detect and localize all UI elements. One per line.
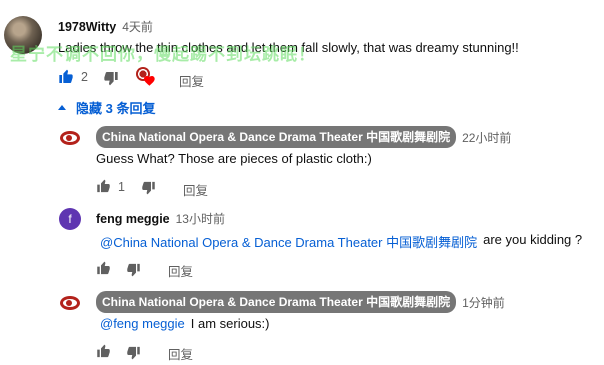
reply-time[interactable]: 22小时前	[462, 129, 511, 146]
thumbs-up-icon[interactable]	[96, 261, 111, 276]
reply-text-row: @China National Opera & Dance Drama Thea…	[100, 232, 582, 251]
thumbs-down-icon[interactable]	[141, 180, 156, 195]
reply-header: China National Opera & Dance Drama Theat…	[96, 291, 505, 313]
comment-author[interactable]: 1978Witty	[58, 20, 116, 34]
avatar-china-opera[interactable]	[58, 291, 82, 315]
reply-button[interactable]: 回复	[183, 180, 208, 199]
reply-button[interactable]: 回复	[168, 344, 193, 363]
mention-link[interactable]: @feng meggie	[100, 316, 185, 331]
reply-author[interactable]: China National Opera & Dance Drama Theat…	[96, 126, 457, 148]
thumbs-down-icon[interactable]	[126, 262, 141, 277]
thumbs-down-icon[interactable]	[103, 70, 119, 86]
comment-header: 1978Witty 4天前	[58, 18, 153, 35]
reply-button[interactable]: 回复	[168, 261, 193, 280]
thumbs-up-icon[interactable]	[96, 344, 111, 359]
hide-replies-button[interactable]: 隐藏 3 条回复	[58, 98, 155, 117]
reply-author[interactable]: China National Opera & Dance Drama Theat…	[96, 291, 457, 313]
reply-time[interactable]: 1分钟前	[462, 294, 505, 311]
creator-heart-icon[interactable]	[136, 67, 158, 89]
opera-logo-icon	[60, 131, 80, 145]
reply-text: Guess What? Those are pieces of plastic …	[96, 151, 372, 166]
reply-text-row: @feng meggie I am serious:)	[100, 316, 270, 331]
reply-button[interactable]: 回复	[179, 71, 204, 90]
subtitle-watermark: 星宁不调不回你，慢起踢不到坛跳眠！	[10, 45, 316, 64]
like-count: 2	[81, 70, 88, 84]
hide-replies-label: 隐藏 3 条回复	[76, 101, 156, 116]
reply-author[interactable]: feng meggie	[96, 212, 170, 226]
comment-time[interactable]: 4天前	[122, 18, 153, 35]
opera-logo-icon	[60, 296, 80, 310]
mention-link[interactable]: @China National Opera & Dance Drama Thea…	[100, 232, 477, 251]
thumbs-up-filled-icon[interactable]	[58, 69, 74, 85]
reply-text: I am serious:)	[190, 316, 270, 331]
reply-header: feng meggie 13小时前	[96, 210, 225, 227]
chevron-up-icon	[58, 105, 66, 110]
avatar-china-opera[interactable]	[58, 126, 82, 150]
avatar-feng-meggie[interactable]: f	[59, 208, 81, 230]
reply-header: China National Opera & Dance Drama Theat…	[96, 126, 511, 148]
like-count: 1	[118, 180, 125, 194]
thumbs-down-icon[interactable]	[126, 345, 141, 360]
reply-time[interactable]: 13小时前	[176, 210, 225, 227]
thumbs-up-icon[interactable]	[96, 179, 111, 194]
reply-text: are you kidding ?	[483, 232, 583, 247]
